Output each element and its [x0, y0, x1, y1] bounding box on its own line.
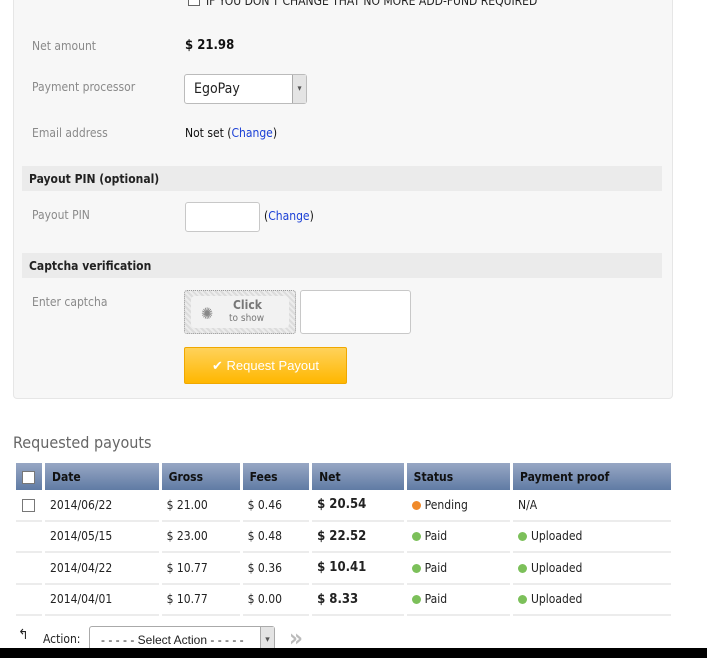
status-cell: Paid [406, 522, 510, 553]
net-cell: $ 22.52 [312, 522, 404, 553]
proof-dot-icon [518, 532, 527, 542]
status-dot-icon [411, 595, 421, 605]
status-text: Pending [424, 497, 468, 512]
proof-cell: N/A [513, 490, 671, 522]
proof-text: N/A [518, 497, 538, 512]
col-fees[interactable]: Fees [242, 462, 310, 490]
payout-form-panel [13, 0, 673, 399]
captcha-click-text: Click [233, 298, 262, 312]
proof-dot-icon [518, 563, 527, 573]
table-row: 2014/04/22 $ 10.77 $ 0.36 $ 10.41 Paid U… [16, 553, 671, 585]
status-cell: Paid [406, 553, 510, 585]
proof-cell: Uploaded [513, 585, 671, 616]
date-cell: 2014/06/22 [45, 490, 159, 522]
action-select-value: - - - - - Select Action - - - - - [101, 633, 244, 647]
fees-cell: $ 0.36 [242, 553, 310, 585]
notice-checkbox[interactable] [188, 0, 200, 6]
status-dot-icon [411, 532, 421, 542]
requested-payouts-title: Requested payouts [13, 433, 152, 452]
col-date[interactable]: Date [45, 462, 159, 490]
request-payout-label: Request Payout [226, 358, 320, 373]
row-checkbox[interactable] [22, 498, 35, 512]
row-select-cell [16, 585, 42, 616]
pin-section-header: Payout PIN (optional) [22, 166, 662, 191]
proof-cell: Uploaded [513, 522, 671, 553]
captcha-show-text: to show [229, 313, 265, 324]
table-row: 2014/05/15 $ 23.00 $ 0.48 $ 22.52 Paid U… [16, 522, 671, 553]
net-cell: $ 8.33 [312, 585, 404, 616]
status-cell: Pending [406, 490, 510, 522]
proof-text: Uploaded [531, 592, 583, 607]
gross-cell: $ 23.00 [161, 522, 240, 553]
captcha-section-header: Captcha verification [22, 253, 662, 278]
captcha-image[interactable]: ✺ Click to show [184, 290, 296, 334]
net-amount-value: $ 21.98 [185, 38, 235, 53]
table-row: 2014/04/01 $ 10.77 $ 0.00 $ 8.33 Paid Up… [16, 585, 671, 616]
status-text: Paid [424, 529, 448, 544]
gross-cell: $ 10.77 [161, 553, 240, 585]
spinner-icon: ✺ [201, 304, 214, 323]
status-cell: Paid [406, 585, 510, 616]
change-pin-link[interactable]: Change [268, 209, 309, 223]
row-select-cell [16, 490, 42, 522]
date-cell: 2014/05/15 [45, 522, 159, 553]
payout-pin-input[interactable] [185, 202, 260, 232]
fees-cell: $ 0.46 [242, 490, 310, 522]
col-status[interactable]: Status [406, 462, 510, 490]
captcha-label: Enter captcha [32, 295, 108, 309]
email-status: Not set [185, 126, 224, 140]
payouts-table: Date Gross Fees Net Status Payment proof… [13, 462, 674, 616]
processor-label: Payment processor [32, 80, 136, 94]
pin-label: Payout PIN [32, 208, 90, 222]
net-amount-label: Net amount [32, 39, 97, 53]
status-text: Paid [424, 592, 448, 607]
status-text: Paid [424, 560, 448, 575]
pin-change: (Change) [264, 209, 314, 223]
request-payout-button[interactable]: ✔ Request Payout [184, 347, 347, 384]
date-cell: 2014/04/01 [45, 585, 159, 616]
date-cell: 2014/04/22 [45, 553, 159, 585]
fees-cell: $ 0.48 [242, 522, 310, 553]
check-icon: ✔ [211, 358, 223, 373]
action-label: Action: [43, 632, 81, 646]
select-all-cell [16, 462, 42, 490]
table-row: 2014/06/22 $ 21.00 $ 0.46 $ 20.54 Pendin… [16, 490, 671, 522]
change-email-link[interactable]: Change [231, 126, 272, 140]
col-net[interactable]: Net [312, 462, 404, 490]
proof-dot-icon [518, 595, 527, 605]
arrow-up-left-icon: ↰ [18, 627, 29, 643]
email-label: Email address [32, 126, 108, 140]
fees-cell: $ 0.00 [242, 585, 310, 616]
net-cell: $ 10.41 [312, 553, 404, 585]
processor-value: EgoPay [194, 81, 240, 97]
status-dot-icon [411, 563, 421, 573]
background-strip [0, 648, 707, 658]
gross-cell: $ 21.00 [161, 490, 240, 522]
row-select-cell [16, 553, 42, 585]
payment-processor-select[interactable]: EgoPay ▾ [184, 74, 307, 104]
col-gross[interactable]: Gross [161, 462, 240, 490]
select-all-checkbox[interactable] [22, 470, 35, 484]
chevron-down-icon: ▾ [292, 75, 306, 103]
email-value: Not set (Change) [185, 126, 278, 140]
notice-text: IF YOU DON'T CHANGE THAT NO MORE ADD-FUN… [206, 0, 538, 8]
proof-text: Uploaded [531, 560, 583, 575]
net-cell: $ 20.54 [312, 490, 404, 522]
proof-text: Uploaded [531, 529, 583, 544]
status-dot-icon [411, 500, 421, 510]
captcha-input[interactable] [300, 290, 411, 334]
proof-cell: Uploaded [513, 553, 671, 585]
col-payment-proof[interactable]: Payment proof [513, 462, 671, 490]
gross-cell: $ 10.77 [161, 585, 240, 616]
row-select-cell [16, 522, 42, 553]
